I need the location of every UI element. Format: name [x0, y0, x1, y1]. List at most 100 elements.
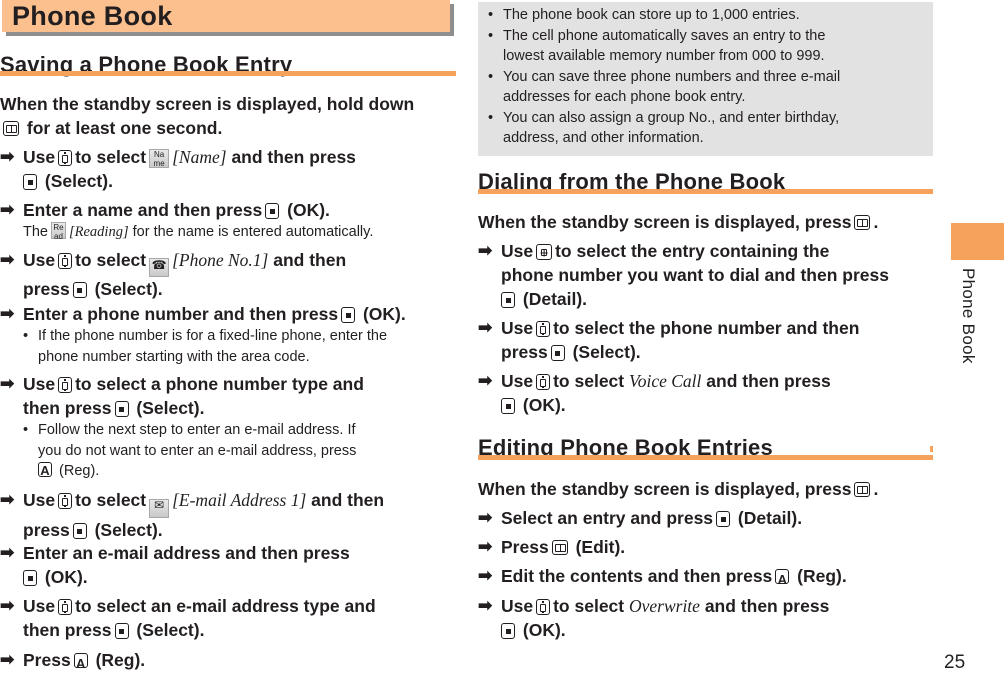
saving-intro-line-1: When the standby screen is displayed, ho…: [0, 94, 415, 114]
icon-label: Re: [53, 223, 64, 232]
step-text: Use: [501, 241, 534, 261]
center-key-icon: [501, 623, 515, 639]
saving-step-5: ➡ Use to select a phone number type and t…: [0, 372, 456, 482]
note-text: The cell phone automatically saves an en…: [503, 27, 826, 44]
note-text: lowest available memory number from 000 …: [503, 48, 825, 64]
center-key-icon: [501, 292, 515, 308]
reg-key-icon: [775, 568, 790, 592]
saving-step-2: ➡ Enter a name and then press (OK). The R…: [0, 198, 456, 241]
chapter-title: Phone Book: [12, 1, 173, 31]
nav-key-icon: [536, 599, 551, 615]
step-text: (Select).: [44, 171, 113, 191]
phonebook-key-icon: [854, 482, 871, 497]
chapter-banner: Phone Book: [2, 0, 450, 32]
step-text: Use: [501, 596, 534, 616]
step-text: to select the entry containing the: [555, 241, 830, 261]
step-text: to select: [75, 490, 147, 510]
email-menu-icon: ✉: [149, 499, 170, 518]
step-text: (Reg).: [95, 650, 146, 670]
chapter-side-label: Phone Book: [959, 268, 978, 364]
info-note: • You can also assign a group No., and en…: [488, 108, 928, 129]
intro-text: When the standby screen is displayed, pr…: [478, 479, 852, 499]
note-text: If the phone number is for a fixed-line …: [38, 328, 388, 344]
step-text: Use: [23, 250, 56, 270]
name-menu-icon: Na me: [149, 149, 170, 168]
step-text: Select an entry and press: [501, 508, 714, 528]
saving-step-3: ➡ Use to select ☎ [Phone No.1] and then pre…: [0, 248, 456, 301]
center-key-icon: [341, 307, 356, 323]
step-text: (OK).: [362, 304, 406, 324]
phonebook-key-icon: [3, 121, 19, 136]
step-text: Enter an e-mail address and then press: [23, 543, 350, 563]
info-note: • The phone book can store up to 1,000 en…: [488, 5, 928, 26]
step-text: Use: [501, 318, 534, 338]
arrow-icon: ➡: [0, 374, 15, 393]
step-text: (OK).: [522, 620, 566, 640]
saving-step-9: ➡ Press (Reg).: [0, 648, 456, 676]
nav-key-icon: [58, 150, 73, 166]
step-note: • Follow the next step to enter an e-mail…: [23, 420, 443, 482]
step-text: to select the phone number and then: [553, 318, 860, 338]
arrow-icon: ➡: [0, 147, 15, 166]
center-key-icon: [114, 401, 129, 417]
dialing-heading-rule: [478, 189, 933, 194]
arrow-icon: ➡: [0, 650, 15, 669]
center-key-icon: [265, 203, 280, 219]
dialing-intro: When the standby screen is displayed, pr…: [478, 212, 879, 232]
arrow-icon: ➡: [0, 200, 15, 219]
menu-item-overwrite: Overwrite: [628, 596, 700, 616]
phonebook-key-icon: [551, 540, 568, 555]
arrow-icon: ➡: [0, 596, 15, 615]
bullet-icon: •: [488, 109, 494, 126]
center-key-icon: [114, 623, 129, 639]
center-key-icon: [501, 398, 515, 414]
note-text: Follow the next step to enter an e-mail …: [38, 422, 356, 438]
dialing-step-2: ➡ Use to select the phone number and then…: [478, 316, 938, 364]
note-text: address, and other information.: [503, 130, 704, 146]
bullet-icon: •: [23, 422, 29, 438]
step-text: (OK).: [522, 395, 566, 415]
saving-step-7: ➡ Enter an e-mail address and then press…: [0, 541, 456, 589]
intro-text: When the standby screen is displayed, pr…: [478, 212, 852, 232]
note-text: phone number starting with the area code…: [38, 348, 310, 365]
nav-key-icon: [58, 377, 73, 393]
arrow-icon: ➡: [478, 508, 493, 527]
step-text: (OK).: [44, 567, 88, 587]
menu-item-name: [Name]: [172, 147, 227, 167]
step-text: to select: [75, 147, 147, 167]
step-text: press: [23, 520, 70, 540]
arrow-icon: ➡: [478, 371, 493, 390]
step-text: to select a phone number type and: [75, 374, 364, 394]
note-text: The phone book can store up to 1,000 ent…: [503, 7, 800, 23]
step-text: Press: [23, 650, 71, 670]
arrow-icon: ➡: [478, 596, 493, 615]
center-key-icon: [550, 345, 565, 361]
saving-step-6: ➡ Use to select ✉ [E-mail Address 1] and th…: [0, 488, 456, 542]
step-text: and then press: [704, 596, 830, 616]
step-text: (Detail).: [737, 508, 803, 528]
bullet-icon: •: [488, 27, 494, 44]
step-text: and then: [311, 490, 385, 510]
multi-nav-key-icon: [536, 242, 553, 266]
step-text: Enter a phone number and then press: [23, 304, 339, 324]
page-number: 25: [944, 652, 966, 673]
reg-key-icon: [73, 652, 88, 676]
phone-menu-icon: ☎: [149, 258, 170, 277]
step-text: to select: [553, 371, 625, 391]
arrow-icon: ➡: [478, 241, 493, 260]
dialing-step-3: ➡ Use to select Voice Call and then press…: [478, 369, 938, 417]
saving-step-4: ➡ Enter a phone number and then press (O…: [0, 302, 460, 365]
editing-step-2: ➡ Press (Edit).: [478, 535, 938, 559]
menu-item-reading: [Reading]: [69, 224, 129, 240]
center-key-icon: [23, 174, 37, 190]
step-text: Press: [501, 537, 549, 557]
step-text: Use: [23, 490, 56, 510]
chapter-side-tab: [951, 223, 1004, 260]
saving-intro-line-2: for at least one second.: [26, 118, 223, 138]
info-note: • The cell phone automatically saves an e…: [488, 26, 928, 47]
step-note: • If the phone number is for a fixed-line…: [23, 326, 463, 367]
saving-intro: When the standby screen is displayed, ho…: [0, 92, 456, 140]
step-note: The Re ad [Reading] for the name is entered…: [23, 222, 463, 243]
info-note: • You can save three phone numbers and th…: [488, 67, 928, 88]
saving-step-1: ➡ Use to select Na me [Name] and then press …: [0, 145, 456, 193]
